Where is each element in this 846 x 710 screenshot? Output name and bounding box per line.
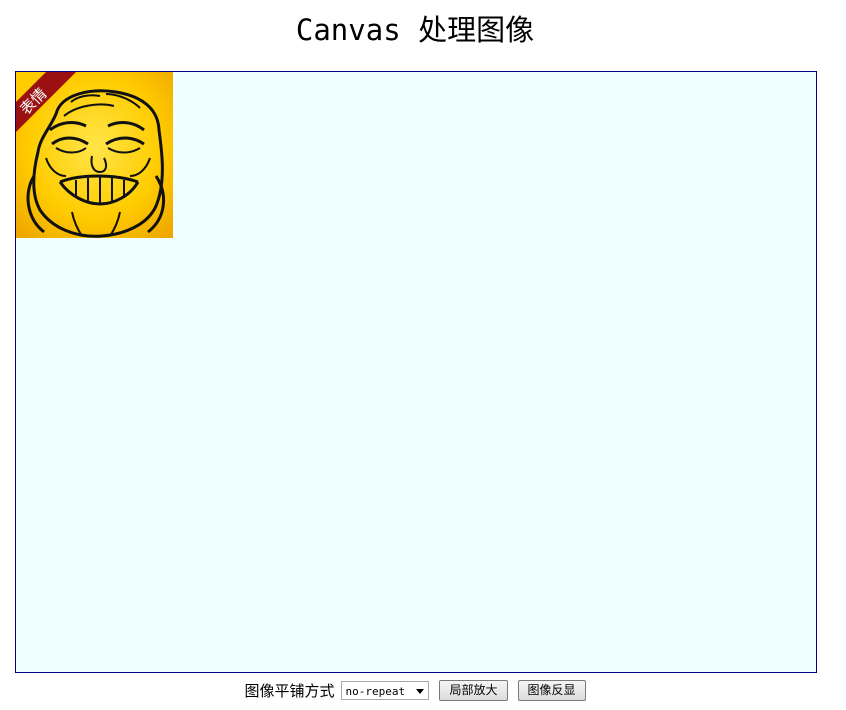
image-canvas[interactable]: 表情 [15,71,817,673]
tiling-mode-select-value: no-repeat [345,684,406,698]
page-title: Canvas 处理图像 [295,13,535,47]
rage-face-emoji-icon: 表情 [16,72,173,238]
invert-image-button[interactable]: 图像反显 [517,679,586,701]
tiling-mode-select[interactable]: no-repeat [341,680,430,700]
chevron-down-icon [416,688,425,694]
tiling-mode-label: 图像平铺方式 [244,681,335,700]
controls-bar: 图像平铺方式 no-repeat 局部放大 图像反显 [0,678,830,702]
zoom-region-button[interactable]: 局部放大 [439,679,508,701]
